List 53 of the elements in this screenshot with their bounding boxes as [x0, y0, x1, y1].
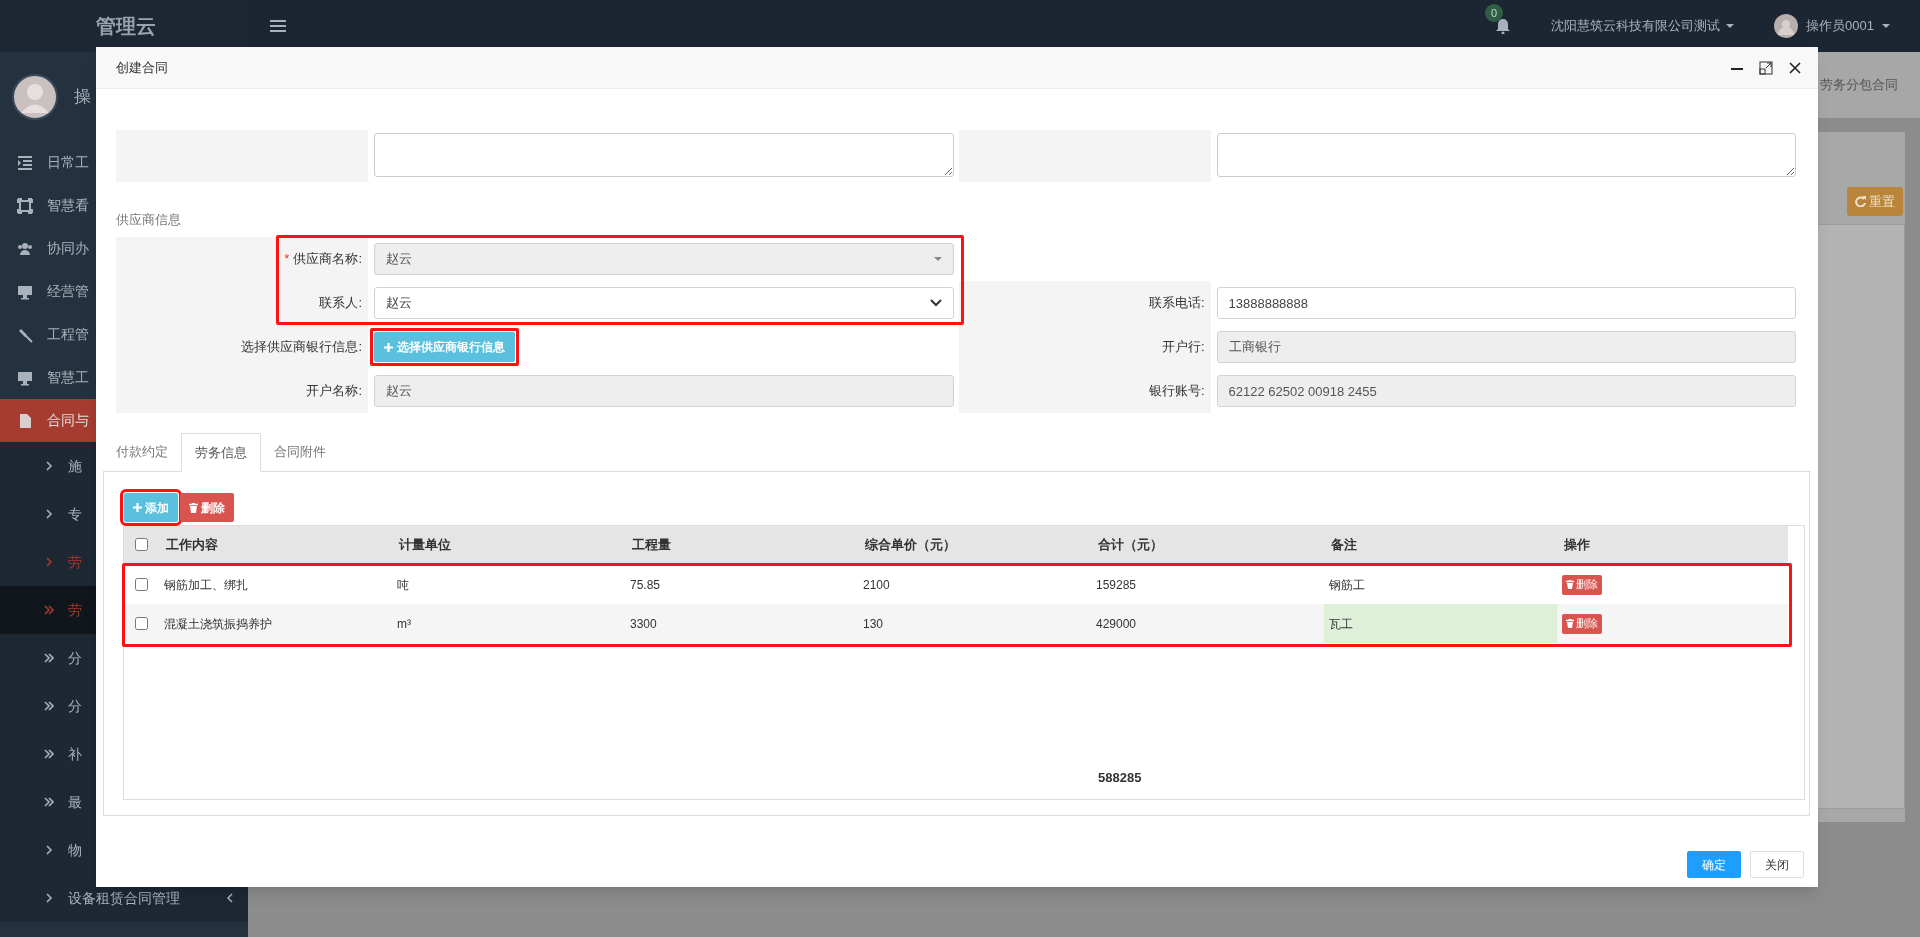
column-header: 合计（元） [1097, 535, 1164, 554]
table-cell-text: 159285 [1095, 576, 1138, 594]
table-cell-text: m³ [396, 615, 412, 633]
field-label: 联系电话: [1148, 294, 1205, 313]
select-value: 赵云 [386, 294, 412, 313]
sidebar-label: 智慧工 [47, 368, 89, 387]
field-label: 供应商名称: [293, 250, 362, 269]
column-header: 综合单价（元） [864, 535, 957, 554]
table-cell-text: 130 [862, 615, 885, 633]
sidebar-label: 物 [68, 840, 82, 860]
sidebar-label: 劳 [68, 600, 82, 620]
table-cell: 瓦工 [1324, 604, 1557, 643]
sidebar-label: 分 [68, 648, 82, 668]
sidebar-label: 专 [68, 504, 82, 524]
sidebar-label: 协同办 [47, 239, 89, 258]
modal-title: 创建合同 [116, 58, 169, 77]
sidebar-label: 施 [68, 456, 82, 476]
user-name: 操作员0001 [1806, 17, 1874, 36]
column-header: 工作内容 [165, 535, 219, 554]
field-label: 银行账号: [1148, 382, 1205, 401]
column-header: 工程量 [631, 535, 672, 554]
required-mark: * [284, 250, 290, 269]
column-header: 计量单位 [398, 535, 452, 554]
section-title: 供应商信息 [115, 211, 182, 229]
table-cell-text: 钢筋工 [1328, 576, 1366, 594]
sidebar-label: 劳 [68, 552, 82, 572]
sidebar-label: 工程管 [47, 325, 89, 344]
sidebar-label: 补 [68, 744, 82, 764]
field-label: 开户名称: [306, 382, 362, 401]
user-name: 操 [74, 85, 91, 108]
table-cell-text: 混凝土浇筑振捣养护 [163, 615, 273, 633]
sidebar-label: 最 [68, 792, 82, 812]
table-cell-text: 3300 [629, 615, 658, 633]
sidebar-label: 设备租赁合同管理 [68, 888, 180, 908]
select-value: 赵云 [386, 250, 412, 269]
column-header: 操作 [1563, 535, 1591, 554]
sidebar-label: 经营管 [47, 282, 89, 301]
table-cell-text: 429000 [1095, 615, 1138, 633]
field-label: 选择供应商银行信息: [241, 338, 362, 357]
table-cell-text: 钢筋加工、绑扎 [163, 576, 249, 594]
table-cell-text: 吨 [396, 576, 410, 594]
field-label: 开户行: [1161, 338, 1205, 357]
field-label: 联系人: [319, 294, 362, 313]
sidebar-label: 智慧看 [47, 196, 89, 215]
sidebar-label: 分 [68, 696, 82, 716]
sidebar-label: 合同与 [47, 411, 89, 430]
sidebar-label: 日常工 [47, 153, 89, 172]
column-header: 备注 [1330, 535, 1358, 554]
total-value: 588285 [1097, 769, 1143, 788]
logo-text: 管理云 [96, 14, 156, 39]
notification-badge: 0 [1485, 4, 1504, 22]
table-cell-text: 75.85 [629, 576, 662, 594]
table-cell-text: 2100 [862, 576, 891, 594]
